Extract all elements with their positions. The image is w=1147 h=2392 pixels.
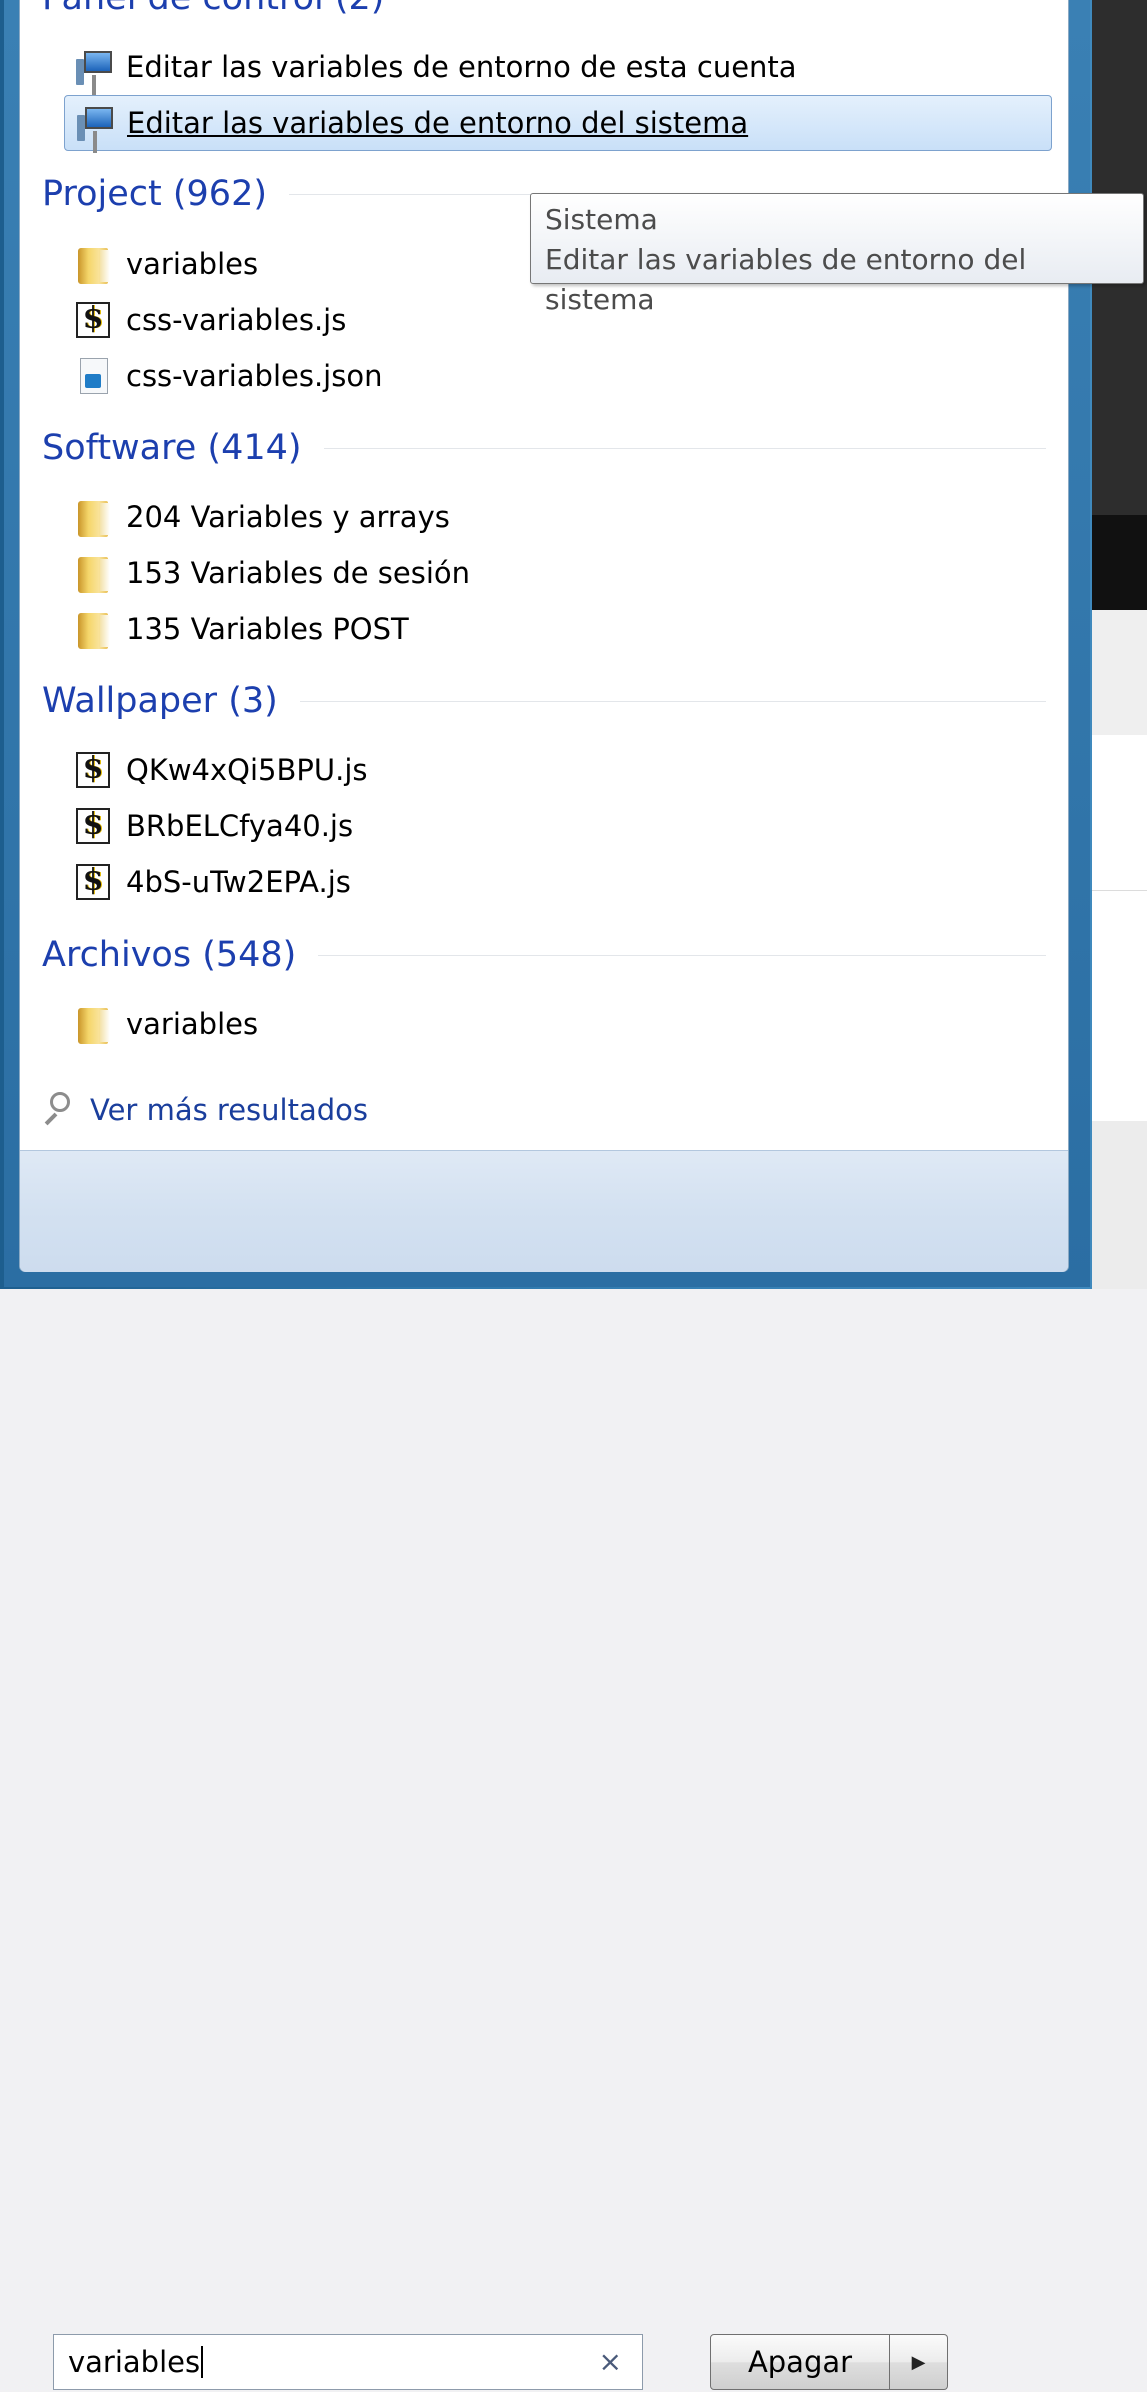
result-label: Editar las variables de entorno del sist… [127,106,749,140]
folder-icon [74,244,114,284]
background-window-content [1090,735,1147,891]
result-label: css-variables.json [126,359,383,393]
result-item-css-variables-json[interactable]: css-variables.json [64,348,1052,404]
result-item-system-env-vars[interactable]: Editar las variables de entorno del sist… [64,95,1052,151]
result-label: BRbELCfya40.js [126,809,354,843]
background-window-content-lower [1090,891,1147,1121]
search-input-value: variables [68,2345,201,2379]
group-header-software[interactable]: Software (414) [42,428,1046,468]
group-header-control-panel[interactable]: Panel de control (2) [42,0,1046,18]
control-panel-icon [74,47,114,87]
result-item-software-3[interactable]: 135 Variables POST [64,601,1052,657]
folder-icon [74,609,114,649]
group-divider [318,954,1046,956]
clear-search-icon[interactable]: × [599,2347,622,2377]
folder-icon [74,1004,114,1044]
see-more-results-link[interactable]: Ver más resultados [40,1090,368,1130]
result-label: 153 Variables de sesión [126,556,471,590]
result-item-archivos-variables-folder[interactable]: variables [64,996,1052,1052]
tooltip-title: Sistema [545,203,658,236]
group-title: Software (414) [42,428,302,468]
result-label: css-variables.js [126,303,347,337]
shutdown-button[interactable]: Apagar [710,2334,890,2390]
tooltip: Sistema Editar las variables de entorno … [530,193,1144,316]
group-divider [323,447,1046,449]
result-label: 4bS-uTw2EPA.js [126,865,351,899]
tooltip-description: Editar las variables de entorno del sist… [545,243,1027,316]
result-item-wallpaper-3[interactable]: 4bS-uTw2EPA.js [64,854,1052,910]
result-item-software-1[interactable]: 204 Variables y arrays [64,489,1052,545]
group-title: Panel de control (2) [42,0,384,18]
json-file-icon [74,356,114,396]
script-file-icon [74,300,114,340]
result-label: variables [126,247,259,281]
result-item-account-env-vars[interactable]: Editar las variables de entorno de esta … [64,39,1052,95]
result-label: QKw4xQi5BPU.js [126,753,368,787]
shutdown-control: Apagar ▶ [710,2334,948,2392]
script-file-icon [74,806,114,846]
group-title: Wallpaper (3) [42,681,278,721]
group-divider [299,700,1046,702]
control-panel-icon [75,103,115,143]
search-results-panel: Panel de control (2) Editar las variable… [19,0,1069,2390]
result-item-wallpaper-2[interactable]: BRbELCfya40.js [64,798,1052,854]
folder-icon [74,553,114,593]
result-label: 204 Variables y arrays [126,500,450,534]
see-more-results-label: Ver más resultados [90,1093,368,1127]
script-file-icon [74,750,114,790]
group-header-archivos[interactable]: Archivos (548) [42,935,1046,975]
start-menu-bottom-bar: variables × Apagar ▶ [20,1150,1068,2390]
text-caret [201,2346,204,2378]
result-item-software-2[interactable]: 153 Variables de sesión [64,545,1052,601]
result-label: Editar las variables de entorno de esta … [126,50,797,84]
background-window-panel [1090,610,1147,735]
background-window-footer [1090,1121,1147,1289]
result-label: 135 Variables POST [126,612,409,646]
group-title: Project (962) [42,174,267,214]
shutdown-options-arrow-icon[interactable]: ▶ [890,2334,948,2390]
folder-icon [74,497,114,537]
group-title: Archivos (548) [42,935,297,975]
magnifier-icon [40,1090,76,1130]
background-window-toolbar [1090,515,1147,610]
group-header-wallpaper[interactable]: Wallpaper (3) [42,681,1046,721]
result-item-wallpaper-1[interactable]: QKw4xQi5BPU.js [64,742,1052,798]
result-label: variables [126,1007,259,1041]
script-file-icon [74,862,114,902]
search-input[interactable]: variables × [53,2334,643,2390]
